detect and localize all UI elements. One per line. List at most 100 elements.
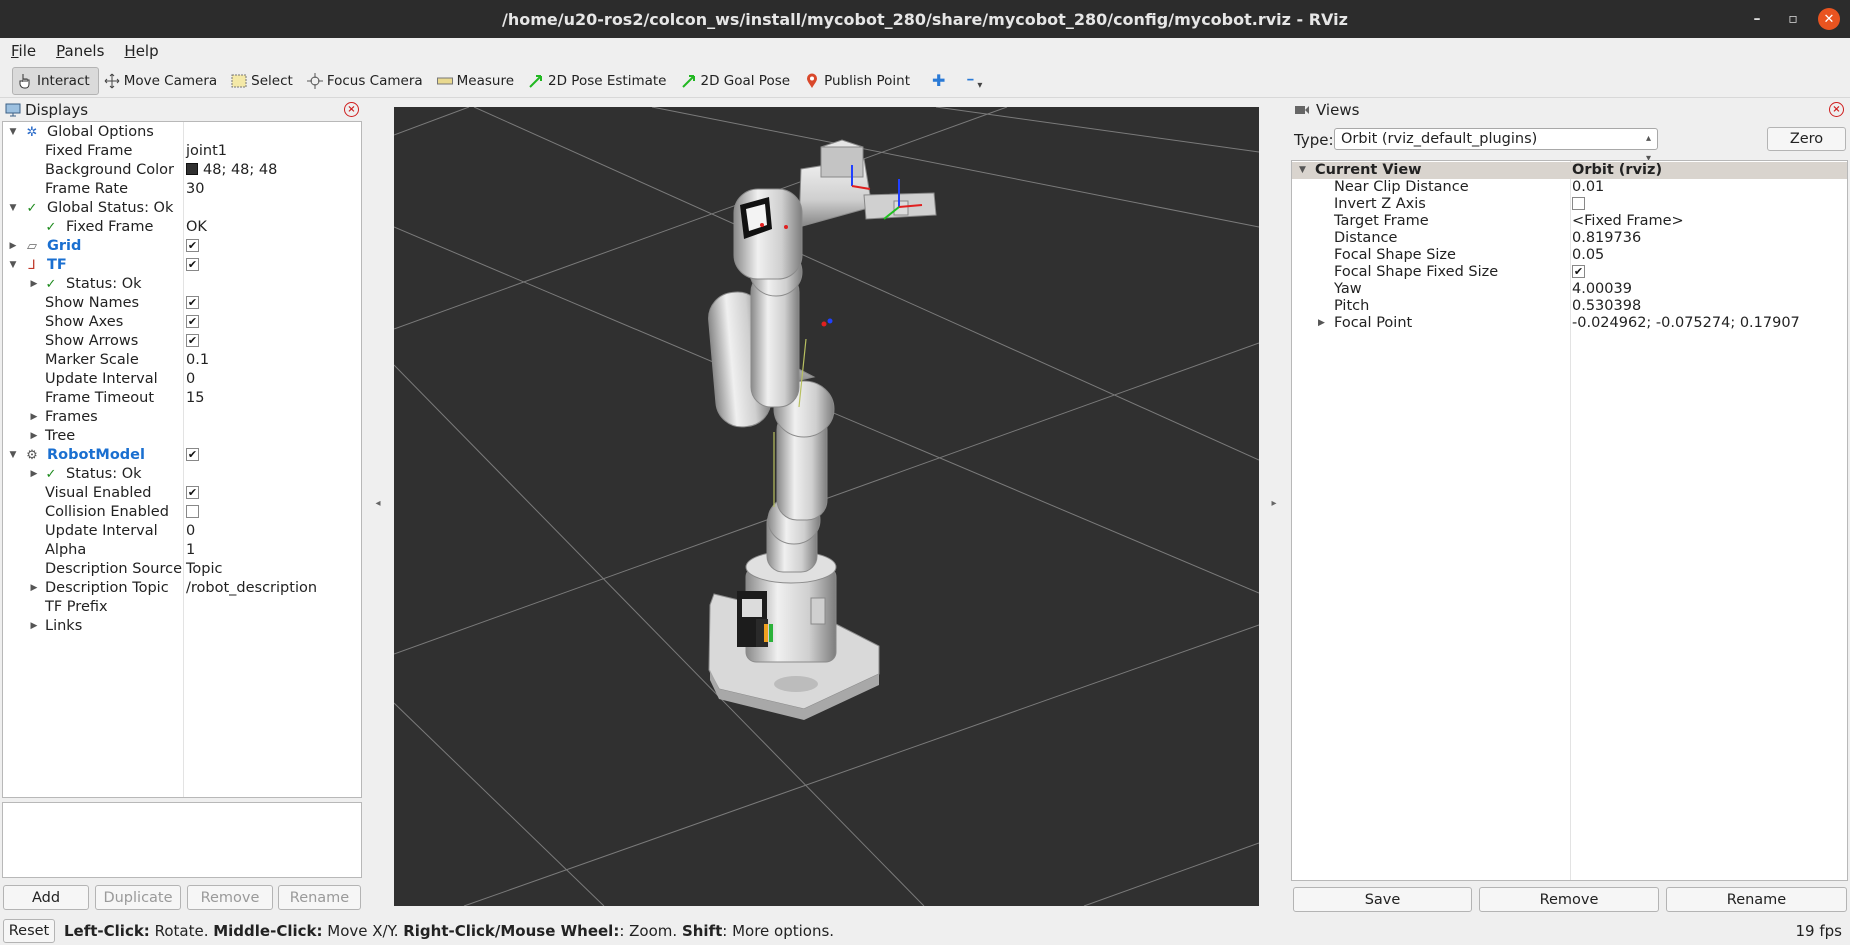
close-panel-button[interactable]: × bbox=[1829, 102, 1844, 117]
tree-row-description-topic[interactable]: ▶ Description Topic /robot_description bbox=[3, 579, 361, 598]
robot-model-enabled-checkbox[interactable]: ✔ bbox=[186, 446, 199, 465]
tree-row-global-status[interactable]: ▼ ✓ Global Status: Ok bbox=[3, 199, 361, 218]
close-window-button[interactable]: ✕ bbox=[1812, 0, 1846, 38]
add-display-button[interactable]: Add bbox=[3, 885, 89, 910]
invert-z-checkbox[interactable] bbox=[1572, 196, 1585, 213]
property-value[interactable]: 0.530398 bbox=[1572, 298, 1641, 315]
menu-help[interactable]: Help bbox=[121, 42, 161, 60]
tree-row-tree[interactable]: ▶ Tree bbox=[3, 427, 361, 446]
expanded-arrow-icon[interactable]: ▼ bbox=[8, 256, 18, 275]
focus-camera-tool-button[interactable]: Focus Camera bbox=[302, 67, 432, 95]
collapsed-arrow-icon[interactable]: ▶ bbox=[29, 617, 39, 636]
collapsed-arrow-icon[interactable]: ▶ bbox=[1318, 315, 1325, 332]
interact-tool-button[interactable]: Interact bbox=[12, 66, 99, 95]
pose-estimate-tool-button[interactable]: 2D Pose Estimate bbox=[523, 67, 675, 95]
property-value[interactable]: <Fixed Frame> bbox=[1572, 213, 1684, 230]
tree-row-tf-prefix[interactable]: TF Prefix bbox=[3, 598, 361, 617]
tree-row-near-clip[interactable]: Near Clip Distance 0.01 bbox=[1292, 179, 1847, 196]
property-value[interactable]: /robot_description bbox=[186, 579, 317, 598]
tree-row-fixed-frame[interactable]: Fixed Frame joint1 bbox=[3, 142, 361, 161]
collapsed-arrow-icon[interactable]: ▶ bbox=[29, 275, 39, 294]
tree-row-invert-z[interactable]: Invert Z Axis bbox=[1292, 196, 1847, 213]
menu-file[interactable]: File bbox=[8, 42, 39, 60]
move-camera-tool-button[interactable]: Move Camera bbox=[99, 67, 226, 95]
show-names-checkbox[interactable]: ✔ bbox=[186, 294, 199, 313]
show-arrows-checkbox[interactable]: ✔ bbox=[186, 332, 199, 351]
tree-row-current-view[interactable]: ▼ Current View Orbit (rviz) bbox=[1292, 162, 1847, 179]
collapsed-arrow-icon[interactable]: ▶ bbox=[29, 408, 39, 427]
maximize-button[interactable]: ▫ bbox=[1776, 0, 1810, 38]
property-value[interactable]: Topic bbox=[186, 560, 222, 579]
tree-row-robot-status[interactable]: ▶ ✓ Status: Ok bbox=[3, 465, 361, 484]
left-splitter-handle[interactable]: ◂ bbox=[363, 100, 393, 906]
property-value[interactable]: 4.00039 bbox=[1572, 281, 1632, 298]
property-value[interactable]: 15 bbox=[186, 389, 204, 408]
expanded-arrow-icon[interactable]: ▼ bbox=[8, 446, 18, 465]
tree-row-background-color[interactable]: Background Color 48; 48; 48 bbox=[3, 161, 361, 180]
close-panel-button[interactable]: × bbox=[344, 102, 359, 117]
property-value[interactable]: 0.1 bbox=[186, 351, 209, 370]
property-value[interactable]: -0.024962; -0.075274; 0.17907 bbox=[1572, 315, 1800, 332]
tree-row-tf-update-interval[interactable]: Update Interval 0 bbox=[3, 370, 361, 389]
collapsed-arrow-icon[interactable]: ▶ bbox=[29, 465, 39, 484]
tree-row-robot-update-interval[interactable]: Update Interval 0 bbox=[3, 522, 361, 541]
visual-enabled-checkbox[interactable]: ✔ bbox=[186, 484, 199, 503]
collapsed-arrow-icon[interactable]: ▶ bbox=[29, 427, 39, 446]
collision-enabled-checkbox[interactable] bbox=[186, 503, 199, 522]
remove-view-button[interactable]: Remove bbox=[1479, 887, 1659, 912]
render-viewport[interactable] bbox=[394, 107, 1259, 906]
publish-point-tool-button[interactable]: Publish Point bbox=[799, 67, 919, 95]
remove-display-button[interactable]: Remove bbox=[187, 885, 273, 910]
property-value[interactable]: 0.05 bbox=[1572, 247, 1604, 264]
duplicate-display-button[interactable]: Duplicate bbox=[95, 885, 181, 910]
tree-row-tf-status[interactable]: ▶ ✓ Status: Ok bbox=[3, 275, 361, 294]
show-axes-checkbox[interactable]: ✔ bbox=[186, 313, 199, 332]
remove-tool-button[interactable]: ━ ▾ bbox=[962, 67, 982, 95]
tree-row-distance[interactable]: Distance 0.819736 bbox=[1292, 230, 1847, 247]
tree-row-description-source[interactable]: Description Source Topic bbox=[3, 560, 361, 579]
view-type-select[interactable]: Orbit (rviz_default_plugins) ▴ ▾ bbox=[1334, 128, 1658, 164]
tree-row-marker-scale[interactable]: Marker Scale 0.1 bbox=[3, 351, 361, 370]
property-value[interactable]: 0 bbox=[186, 370, 195, 389]
collapsed-arrow-icon[interactable]: ▶ bbox=[29, 579, 39, 598]
focal-fixed-checkbox[interactable]: ✔ bbox=[1572, 264, 1585, 281]
measure-tool-button[interactable]: Measure bbox=[432, 67, 523, 95]
tf-enabled-checkbox[interactable]: ✔ bbox=[186, 256, 199, 275]
tree-row-visual-enabled[interactable]: Visual Enabled ✔ bbox=[3, 484, 361, 503]
tree-row-pitch[interactable]: Pitch 0.530398 bbox=[1292, 298, 1847, 315]
rename-display-button[interactable]: Rename bbox=[278, 885, 361, 910]
property-value[interactable]: 30 bbox=[186, 180, 204, 199]
tree-row-show-arrows[interactable]: Show Arrows ✔ bbox=[3, 332, 361, 351]
save-view-button[interactable]: Save bbox=[1293, 887, 1472, 912]
collapsed-arrow-icon[interactable]: ▶ bbox=[8, 237, 18, 256]
tree-row-focal-shape-fixed[interactable]: Focal Shape Fixed Size ✔ bbox=[1292, 264, 1847, 281]
minimize-button[interactable]: – bbox=[1740, 0, 1774, 38]
property-value[interactable]: 0.01 bbox=[1572, 179, 1604, 196]
tree-row-frame-timeout[interactable]: Frame Timeout 15 bbox=[3, 389, 361, 408]
add-tool-button[interactable]: ✚ bbox=[927, 67, 954, 95]
tree-row-alpha[interactable]: Alpha 1 bbox=[3, 541, 361, 560]
property-value[interactable]: 0 bbox=[186, 522, 195, 541]
grid-enabled-checkbox[interactable]: ✔ bbox=[186, 237, 199, 256]
goal-pose-tool-button[interactable]: 2D Goal Pose bbox=[676, 67, 800, 95]
tree-row-show-axes[interactable]: Show Axes ✔ bbox=[3, 313, 361, 332]
expanded-arrow-icon[interactable]: ▼ bbox=[8, 199, 18, 218]
property-value[interactable]: 48; 48; 48 bbox=[186, 161, 277, 180]
right-splitter-handle[interactable]: ▸ bbox=[1261, 100, 1287, 906]
expanded-arrow-icon[interactable]: ▼ bbox=[8, 123, 18, 142]
tree-row-show-names[interactable]: Show Names ✔ bbox=[3, 294, 361, 313]
tree-row-global-options[interactable]: ▼ ✲ Global Options bbox=[3, 123, 361, 142]
property-value[interactable]: 0.819736 bbox=[1572, 230, 1641, 247]
reset-button[interactable]: Reset bbox=[3, 919, 55, 943]
rename-view-button[interactable]: Rename bbox=[1666, 887, 1847, 912]
expanded-arrow-icon[interactable]: ▼ bbox=[1299, 162, 1306, 179]
tree-row-yaw[interactable]: Yaw 4.00039 bbox=[1292, 281, 1847, 298]
tree-row-robot-model[interactable]: ▼ ⚙ RobotModel ✔ bbox=[3, 446, 361, 465]
zero-button[interactable]: Zero bbox=[1767, 127, 1846, 151]
tree-row-focal-point[interactable]: ▶ Focal Point -0.024962; -0.075274; 0.17… bbox=[1292, 315, 1847, 332]
tree-row-status-fixed-frame[interactable]: ✓ Fixed Frame OK bbox=[3, 218, 361, 237]
tree-row-focal-shape-size[interactable]: Focal Shape Size 0.05 bbox=[1292, 247, 1847, 264]
tree-row-grid[interactable]: ▶ ▱ Grid ✔ bbox=[3, 237, 361, 256]
tree-row-frames[interactable]: ▶ Frames bbox=[3, 408, 361, 427]
tree-row-target-frame[interactable]: Target Frame <Fixed Frame> bbox=[1292, 213, 1847, 230]
